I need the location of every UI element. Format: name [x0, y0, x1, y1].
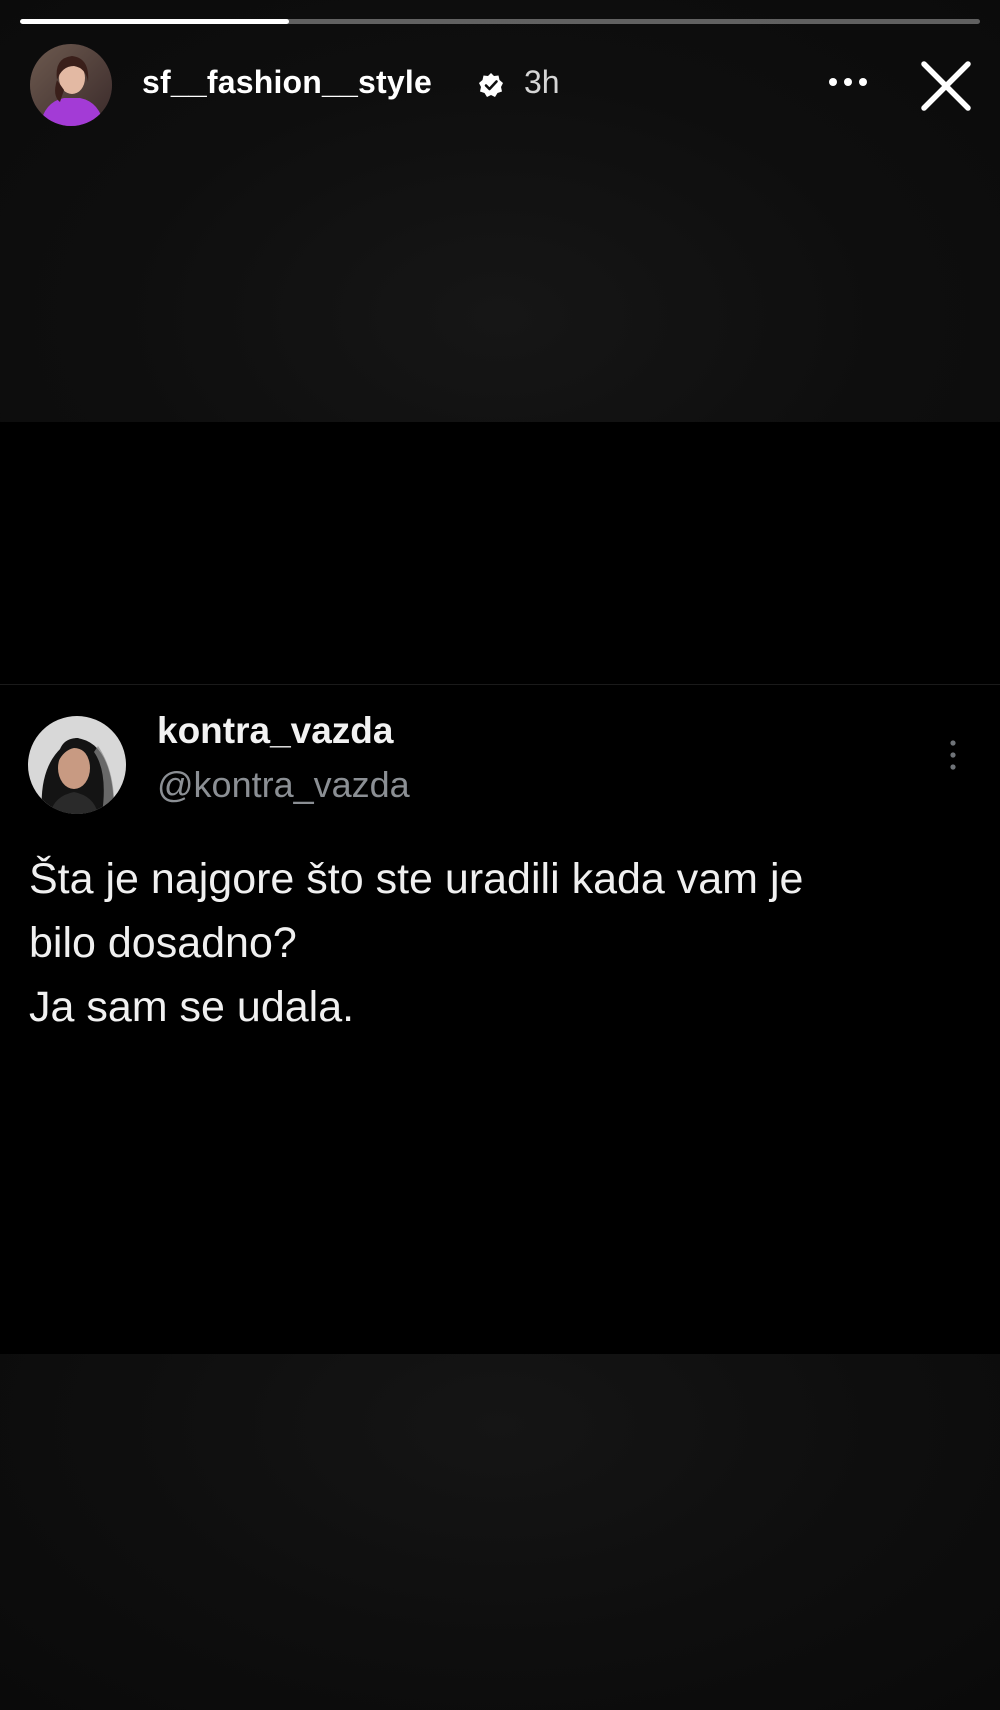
more-vertical-icon: [950, 740, 956, 770]
story-header: sf__fashion__style 3h: [0, 44, 1000, 128]
story-progress-bar: [20, 19, 980, 24]
tweet-profile-photo: [28, 716, 126, 814]
close-button[interactable]: [916, 56, 976, 116]
close-icon: [921, 61, 971, 111]
tweet-more-button[interactable]: [938, 732, 968, 782]
tweet-avatar[interactable]: [28, 716, 126, 814]
more-options-button[interactable]: [822, 62, 874, 102]
tweet-display-name[interactable]: kontra_vazda: [157, 710, 394, 752]
story-avatar[interactable]: [30, 44, 112, 126]
profile-photo: [30, 44, 112, 126]
more-horizontal-icon: [829, 78, 867, 86]
story-progress-fill: [20, 19, 289, 24]
story-time: 3h: [524, 64, 560, 100]
tweet-card: kontra_vazda @kontra_vazda Šta je najgor…: [0, 422, 1000, 1354]
verified-badge-icon: [479, 73, 503, 97]
tweet-text-line: Šta je najgore što ste uradili kada vam …: [29, 855, 804, 903]
divider: [0, 684, 1000, 685]
tweet-text-line: bilo dosadno?: [29, 919, 297, 967]
tweet-text-line: Ja sam se udala.: [29, 983, 355, 1031]
story-username[interactable]: sf__fashion__style: [142, 64, 432, 101]
story-viewer: sf__fashion__style 3h kontra_vazda @kont…: [0, 0, 1000, 1710]
tweet-handle[interactable]: @kontra_vazda: [157, 764, 410, 806]
story-background-bottom: [0, 1354, 1000, 1710]
tweet-text: Šta je najgore što ste uradili kada vam …: [29, 847, 979, 1039]
